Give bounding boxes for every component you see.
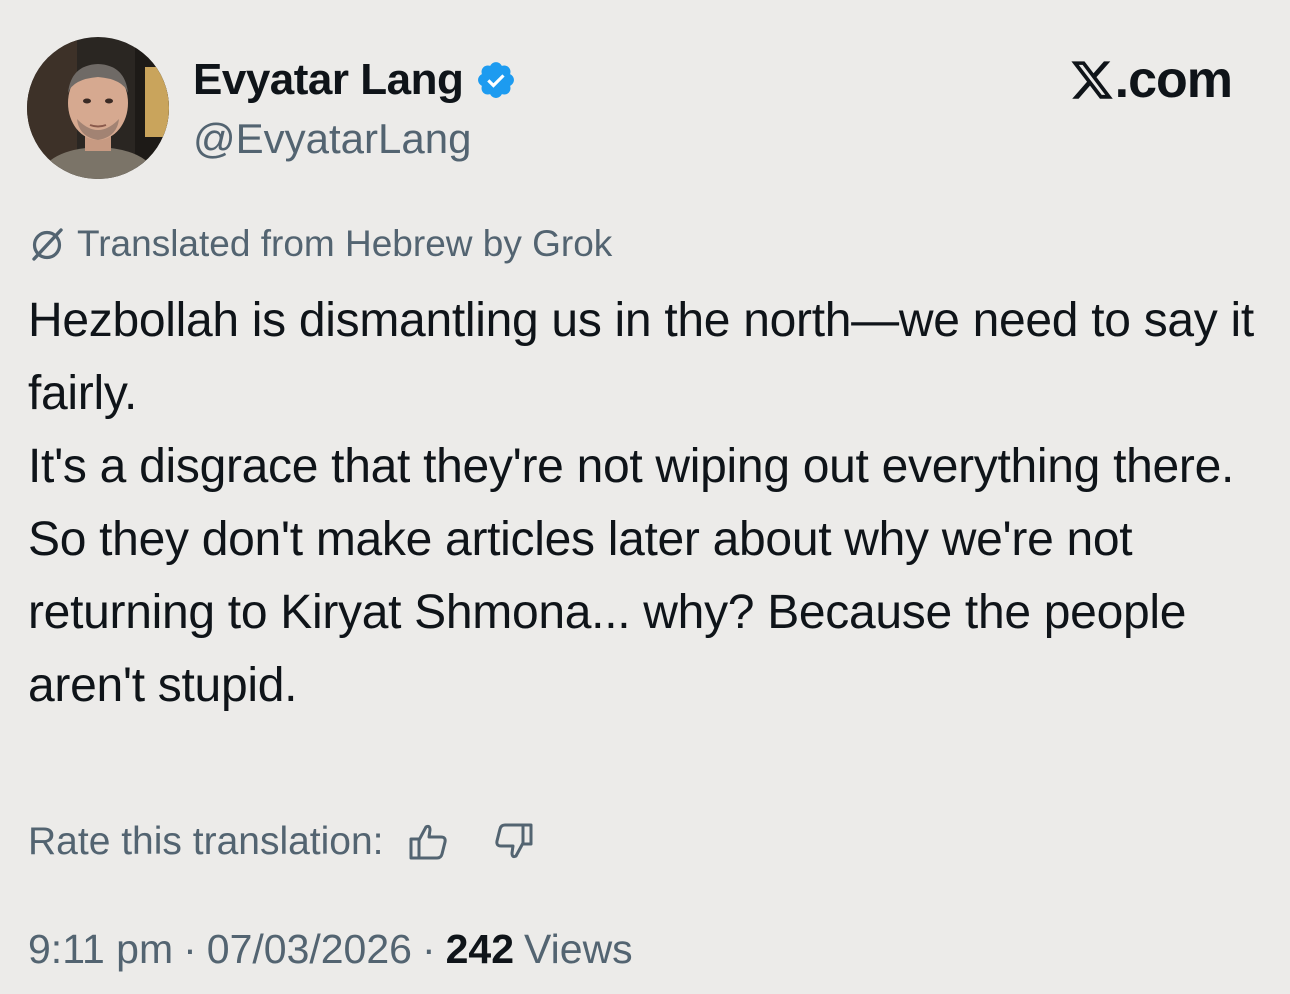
translation-notice: Translated from Hebrew by Grok [27,220,612,268]
translation-notice-text: Translated from Hebrew by Grok [77,223,613,264]
tweet-meta: 9:11 pm · 07/03/2026 · 242 Views [28,920,633,978]
thumbs-up-icon[interactable] [406,819,452,865]
tweet-time[interactable]: 9:11 pm [28,920,173,978]
verified-badge-icon [475,59,517,101]
tweet-card: Evyatar Lang @EvyatarLang .com Translate… [0,0,1290,994]
tweet-date[interactable]: 07/03/2026 [207,920,412,978]
tweet-paragraph: It's a disgrace that they're not wiping … [28,440,1235,493]
rate-translation-label: Rate this translation: [28,820,384,863]
brand-site-text: .com [1114,51,1233,109]
meta-separator: · [421,926,436,972]
avatar[interactable] [27,37,169,179]
thumbs-down-icon[interactable] [490,819,536,865]
tweet-paragraph: Hezbollah is dismantling us in the north… [28,294,1254,420]
rate-translation-row: Rate this translation: [28,814,536,870]
author-display-name[interactable]: Evyatar Lang [193,52,464,108]
author-name-row[interactable]: Evyatar Lang [193,52,517,108]
meta-separator: · [183,926,197,972]
x-logo-icon [1069,57,1115,103]
tweet-text: Hezbollah is dismantling us in the north… [28,284,1268,722]
views-count[interactable]: 242 [446,920,514,978]
views-label[interactable]: Views [524,920,633,978]
tweet-paragraph: So they don't make articles later about … [28,513,1187,712]
grok-icon [27,224,67,264]
author-handle[interactable]: @EvyatarLang [193,112,471,166]
brand-logo: .com [1069,48,1233,112]
